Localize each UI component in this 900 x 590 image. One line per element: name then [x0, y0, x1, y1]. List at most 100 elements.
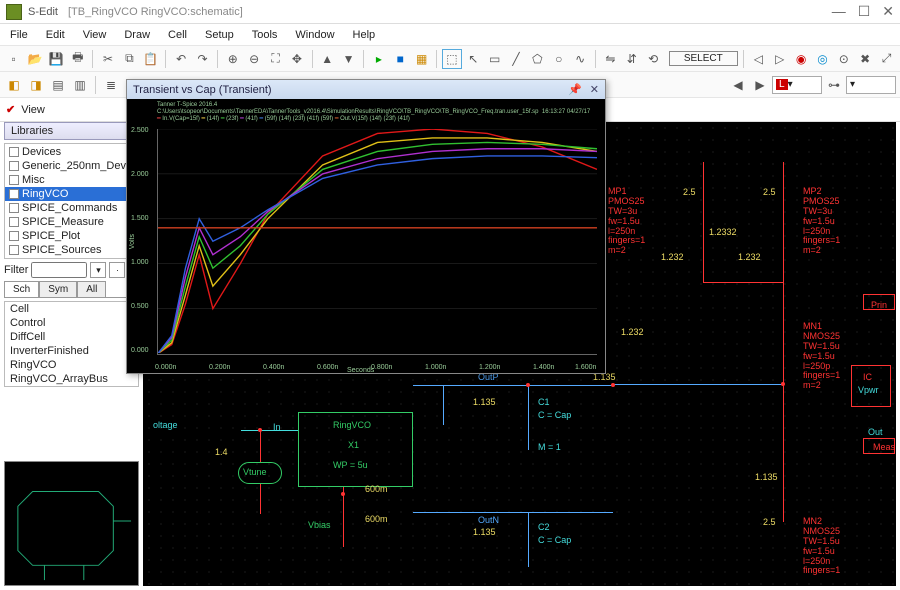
filter-dropdown-icon[interactable]: ▾	[90, 262, 106, 278]
layer-dropdown[interactable]: L ▾	[772, 76, 822, 94]
hierarchy-icon[interactable]: ▤	[48, 75, 68, 95]
plot-window[interactable]: Transient vs Cap (Transient) 📌 ✕ Tanner …	[126, 79, 606, 374]
library-item[interactable]: Misc	[5, 173, 138, 187]
library-item[interactable]: SPICE_Measure	[5, 215, 138, 229]
window-controls: — ☐ ✕	[832, 3, 894, 20]
pointer-icon[interactable]: ⬚	[442, 49, 461, 69]
tab-sch[interactable]: Sch	[4, 281, 39, 297]
mp1-params: MP1 PMOS25 TW=3u fw=1.5u l=250n fingers=…	[608, 187, 645, 256]
cell-item[interactable]: InverterFinished	[5, 344, 138, 358]
new-icon[interactable]: ▫	[4, 49, 23, 69]
pin-icon[interactable]: ⊙	[834, 49, 853, 69]
snap-dropdown[interactable]: ▾	[846, 76, 896, 94]
library-icon	[9, 217, 19, 227]
library-item[interactable]: SPICE_Plot	[5, 229, 138, 243]
library-item-selected[interactable]: RingVCO	[5, 187, 138, 201]
net-icon[interactable]: ⊶	[824, 75, 844, 95]
cell-item[interactable]: DiffCell	[5, 330, 138, 344]
select-arrow-icon[interactable]: ↖	[464, 49, 483, 69]
flip-h-icon[interactable]: ⇋	[601, 49, 620, 69]
paste-icon[interactable]: 📋	[141, 49, 160, 69]
path-icon[interactable]: ∿	[570, 49, 589, 69]
layer-icon[interactable]: ▦	[412, 49, 431, 69]
maximize-button[interactable]: ☐	[858, 3, 871, 20]
orient-right-icon[interactable]: ▷	[770, 49, 789, 69]
menu-draw[interactable]: Draw	[124, 29, 150, 41]
down-icon[interactable]: ▼	[339, 49, 358, 69]
bullseye-icon[interactable]: ◎	[813, 49, 832, 69]
zoom-fit-icon[interactable]: ⛶	[266, 49, 285, 69]
poly-icon[interactable]: ⬠	[528, 49, 547, 69]
menu-help[interactable]: Help	[353, 29, 376, 41]
menu-cell[interactable]: Cell	[168, 29, 187, 41]
select-mode-badge[interactable]: SELECT	[669, 51, 738, 66]
up-icon[interactable]: ▲	[318, 49, 337, 69]
plot-curves	[158, 129, 597, 353]
tab-all[interactable]: All	[77, 281, 106, 297]
zoom-out-icon[interactable]: ⊖	[245, 49, 264, 69]
out-label: Out	[868, 427, 883, 437]
sidebar: Libraries Devices Generic_250nm_Devic Mi…	[4, 122, 139, 586]
open-icon[interactable]: 📂	[25, 49, 44, 69]
cell-item[interactable]: Cell	[5, 302, 138, 316]
cell-item[interactable]: Control	[5, 316, 138, 330]
plot-titlebar[interactable]: Transient vs Cap (Transient) 📌 ✕	[127, 80, 605, 99]
menu-setup[interactable]: Setup	[205, 29, 234, 41]
undo-icon[interactable]: ↶	[171, 49, 190, 69]
view-label: View	[21, 104, 45, 116]
minimize-button[interactable]: —	[832, 3, 846, 20]
stop-icon[interactable]: ■	[391, 49, 410, 69]
cell-new-icon[interactable]: ◧	[4, 75, 24, 95]
val-1135b: 1.135	[473, 527, 496, 537]
menu-view[interactable]: View	[83, 29, 107, 41]
delete-icon[interactable]: ✖	[856, 49, 875, 69]
redo-icon[interactable]: ↷	[193, 49, 212, 69]
run-icon[interactable]: ▸	[369, 49, 388, 69]
library-item[interactable]: SPICE_Sources	[5, 243, 138, 257]
netlist-icon[interactable]: ≣	[101, 75, 121, 95]
menu-edit[interactable]: Edit	[46, 29, 65, 41]
libraries-list: Devices Generic_250nm_Devic Misc RingVCO…	[4, 143, 139, 259]
cell-open-icon[interactable]: ◨	[26, 75, 46, 95]
rect-icon[interactable]: ▭	[485, 49, 504, 69]
close-button[interactable]: ✕	[882, 3, 894, 20]
circle-icon[interactable]: ○	[549, 49, 568, 69]
plot-title: Transient vs Cap (Transient)	[133, 84, 272, 96]
instance-icon[interactable]: ▥	[70, 75, 90, 95]
vbias-label: Vbias	[308, 520, 331, 530]
menu-file[interactable]: File	[10, 29, 28, 41]
orient-left-icon[interactable]: ◁	[749, 49, 768, 69]
plot-close-icon[interactable]: ✕	[590, 83, 599, 96]
tab-sym[interactable]: Sym	[39, 281, 77, 297]
line-icon[interactable]: ╱	[506, 49, 525, 69]
val-25b: 2.5	[763, 187, 776, 197]
library-item[interactable]: SPICE_Commands	[5, 201, 138, 215]
cut-icon[interactable]: ✂	[98, 49, 117, 69]
cell-item[interactable]: RingVCO_ArrayBus	[5, 372, 138, 386]
arrow-left-icon[interactable]: ◀	[728, 75, 748, 95]
expand-icon[interactable]: ⤢	[877, 49, 896, 69]
menu-window[interactable]: Window	[295, 29, 334, 41]
arrow-right-icon[interactable]: ▶	[750, 75, 770, 95]
plot-pin-icon[interactable]: 📌	[568, 83, 582, 96]
zoom-in-icon[interactable]: ⊕	[223, 49, 242, 69]
val-1135d: 1.135	[755, 472, 778, 482]
pan-icon[interactable]: ✥	[287, 49, 306, 69]
library-item[interactable]: Devices	[5, 145, 138, 159]
menu-tools[interactable]: Tools	[252, 29, 278, 41]
save-icon[interactable]: 💾	[47, 49, 66, 69]
m1-label: M = 1	[538, 442, 561, 452]
cells-list: Cell Control DiffCell InverterFinished R…	[4, 301, 139, 387]
copy-icon[interactable]: ⧉	[120, 49, 139, 69]
flip-v-icon[interactable]: ⇵	[622, 49, 641, 69]
print-icon[interactable]: 🖶	[68, 49, 87, 69]
library-icon	[9, 189, 19, 199]
target-icon[interactable]: ◉	[791, 49, 810, 69]
rotate-icon[interactable]: ⟲	[643, 49, 662, 69]
cell-item[interactable]: RingVCO	[5, 358, 138, 372]
c2-label: C2	[538, 522, 550, 532]
library-item[interactable]: Generic_250nm_Devic	[5, 159, 138, 173]
filter-clear-icon[interactable]: ·	[109, 262, 125, 278]
filter-input[interactable]	[31, 262, 87, 278]
ringvco-label: RingVCO	[333, 420, 371, 430]
